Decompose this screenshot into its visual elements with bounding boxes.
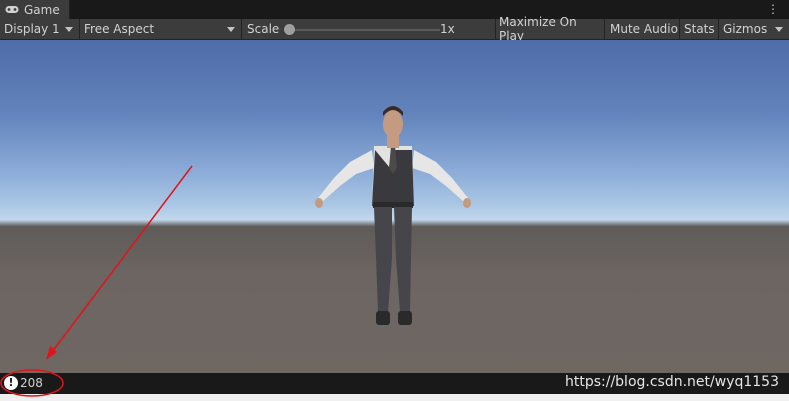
gamepad-icon <box>5 6 19 13</box>
watermark-url: https://blog.csdn.net/wyq1153 <box>564 374 779 390</box>
footer-strip <box>0 394 789 401</box>
display-dropdown[interactable]: Display 1 <box>0 19 80 39</box>
maximize-on-play-button[interactable]: Maximize On Play <box>496 15 605 43</box>
tab-bar: Game ⋮ <box>0 0 789 19</box>
scale-label: Scale <box>247 22 280 36</box>
aspect-dropdown[interactable]: Free Aspect <box>80 19 242 39</box>
tab-game[interactable]: Game <box>0 0 70 19</box>
mute-audio-button[interactable]: Mute Audio <box>605 19 680 39</box>
display-label: Display 1 <box>4 22 60 36</box>
chevron-down-icon <box>775 27 783 32</box>
scale-slider-thumb[interactable] <box>284 24 295 35</box>
scale-slider-track[interactable] <box>290 29 440 31</box>
aspect-label: Free Aspect <box>84 22 155 36</box>
gizmos-dropdown[interactable]: Gizmos <box>719 19 789 39</box>
chevron-down-icon <box>227 27 235 32</box>
chevron-down-icon <box>65 27 73 32</box>
message-count[interactable]: 208 <box>20 376 43 390</box>
warning-icon[interactable]: ! <box>4 376 18 390</box>
tab-title: Game <box>24 2 60 17</box>
character-model <box>315 106 471 325</box>
game-viewport[interactable] <box>0 40 789 373</box>
status-bar: ! 208 https://blog.csdn.net/wyq1153 <box>0 373 789 394</box>
stats-button[interactable]: Stats <box>680 19 719 39</box>
kebab-menu-icon[interactable]: ⋮ <box>767 2 779 16</box>
scale-value: 1x <box>440 22 455 36</box>
